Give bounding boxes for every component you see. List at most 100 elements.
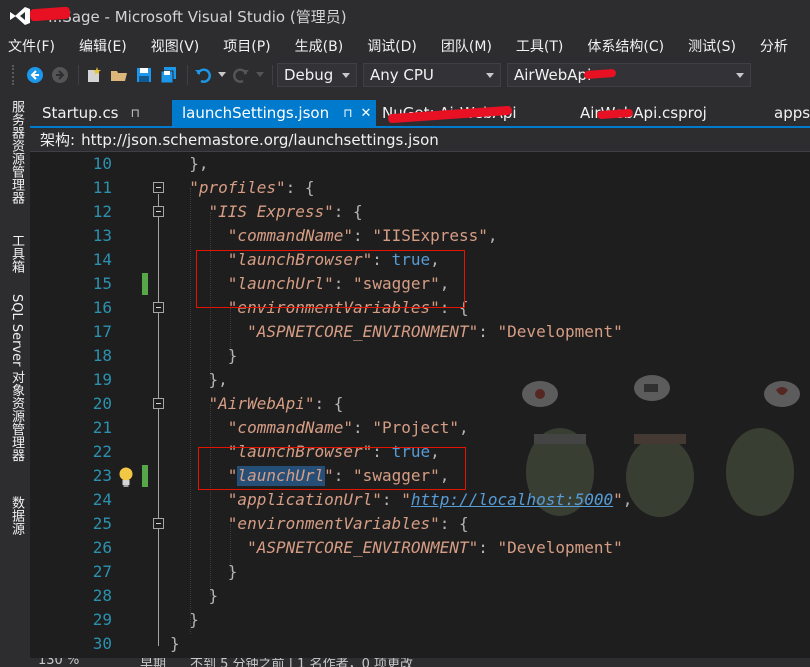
save-all-icon[interactable] — [158, 64, 180, 86]
tab-label: Startup.cs — [42, 104, 119, 122]
sql-server-object-explorer-tab[interactable]: SQL Server 对象资源管理器 — [4, 294, 26, 462]
line-number: 24 — [92, 490, 112, 509]
undo-icon[interactable] — [192, 64, 214, 86]
code-text: } — [170, 634, 180, 653]
schema-label: 架构: — [40, 131, 76, 149]
code-line: 19 }, — [30, 368, 810, 392]
menu-bar: 文件(F) 编辑(E) 视图(V) 项目(P) 生成(B) 调试(D) 团队(M… — [0, 32, 810, 60]
pin-icon[interactable]: ⊓ — [343, 106, 352, 120]
save-icon[interactable] — [133, 64, 155, 86]
toolbar-grip[interactable] — [12, 65, 16, 85]
tab-label: apps — [774, 104, 810, 122]
status-item: 早期 — [140, 658, 167, 667]
menu-architecture[interactable]: 体系结构(C) — [587, 36, 664, 56]
schema-bar: 架构: http://json.schemastore.org/launchse… — [30, 128, 810, 152]
schema-url-input[interactable]: http://json.schemastore.org/launchsettin… — [81, 131, 439, 149]
code-text: } — [227, 562, 238, 581]
code-text: "AirWebApi": { — [208, 394, 344, 413]
status-item: 不到 5 分钟之前 | 1 名作者，0 项更改 — [190, 658, 413, 667]
line-number: 27 — [92, 562, 112, 581]
code-line: 20 "AirWebApi": { — [30, 392, 810, 416]
menu-edit[interactable]: 编辑(E) — [79, 36, 127, 56]
server-explorer-tab[interactable]: 服务器资源管理器 — [4, 100, 26, 204]
menu-view[interactable]: 视图(V) — [151, 36, 200, 56]
menu-analyze[interactable]: 分析 — [760, 36, 788, 56]
line-number: 18 — [92, 346, 112, 365]
back-icon[interactable] — [24, 64, 46, 86]
solution-platform-value: Any CPU — [370, 66, 434, 84]
line-number: 25 — [92, 514, 112, 533]
redo-icon[interactable] — [230, 64, 252, 86]
code-line: 30 } — [30, 632, 810, 656]
solution-configuration-select[interactable]: Debug — [277, 63, 357, 87]
visual-studio-logo-icon — [10, 7, 30, 25]
code-editor[interactable]: 10 }, 11 "profiles": { 12 "IIS Express":… — [30, 152, 810, 658]
code-line: 21 "commandName": "Project", — [30, 416, 810, 440]
code-line: 29 } — [30, 608, 810, 632]
pin-icon[interactable]: ⊓ — [131, 106, 140, 120]
code-text: "ASPNETCORE_ENVIRONMENT": "Development" — [247, 538, 623, 557]
line-number: 10 — [92, 154, 112, 173]
solution-platform-select[interactable]: Any CPU — [363, 63, 501, 87]
code-line: 10 }, — [30, 152, 810, 176]
collapse-icon[interactable] — [153, 182, 164, 193]
menu-test[interactable]: 测试(S) — [688, 36, 736, 56]
standard-toolbar: Debug Any CPU AirWebApi — [0, 60, 810, 90]
status-bar: 130 % 早期 不到 5 分钟之前 | 1 名作者，0 项更改 — [30, 658, 810, 667]
tab-launchsettings-json[interactable]: launchSettings.json ⊓ ✕ — [172, 100, 376, 126]
change-marker — [142, 273, 148, 295]
close-icon[interactable]: ✕ — [360, 106, 371, 121]
highlight-box-iis-express — [196, 250, 465, 308]
code-line: 26 "ASPNETCORE_ENVIRONMENT": "Developmen… — [30, 536, 810, 560]
line-number: 21 — [92, 418, 112, 437]
data-sources-tab[interactable]: 数据源 — [4, 496, 26, 535]
line-number: 14 — [92, 250, 112, 269]
code-text: } — [208, 586, 219, 605]
code-line: 11 "profiles": { — [30, 176, 810, 200]
line-number: 23 — [92, 466, 112, 485]
code-text: "commandName": "Project", — [227, 418, 469, 437]
tab-startup-cs[interactable]: Startup.cs ⊓ — [32, 100, 168, 126]
undo-dropdown-icon[interactable] — [217, 64, 227, 86]
menu-project[interactable]: 项目(P) — [223, 36, 270, 56]
collapse-icon[interactable] — [153, 518, 164, 529]
menu-team[interactable]: 团队(M) — [441, 36, 492, 56]
collapse-icon[interactable] — [153, 398, 164, 409]
toolbox-tab[interactable]: 工具箱 — [4, 234, 26, 273]
lightbulb-icon[interactable] — [116, 466, 136, 488]
title-bar: ...Sage - Microsoft Visual Studio (管理员) — [0, 0, 810, 32]
menu-tools[interactable]: 工具(T) — [516, 36, 563, 56]
code-line: 24 "applicationUrl": "http://localhost:5… — [30, 488, 810, 512]
code-text: } — [227, 346, 238, 365]
tab-apps[interactable]: apps — [764, 100, 810, 126]
menu-file[interactable]: 文件(F) — [8, 36, 55, 56]
zoom-level[interactable]: 130 % — [38, 658, 79, 667]
forward-icon[interactable] — [49, 64, 71, 86]
code-line: 17 "ASPNETCORE_ENVIRONMENT": "Developmen… — [30, 320, 810, 344]
new-project-icon[interactable] — [83, 64, 105, 86]
redo-dropdown-icon[interactable] — [255, 64, 265, 86]
code-line: 18 } — [30, 344, 810, 368]
open-file-icon[interactable] — [108, 64, 130, 86]
code-line: 28 } — [30, 584, 810, 608]
line-number: 16 — [92, 298, 112, 317]
chevron-down-icon — [736, 73, 744, 78]
startup-project-select[interactable]: AirWebApi — [507, 63, 751, 87]
line-number: 20 — [92, 394, 112, 413]
menu-build[interactable]: 生成(B) — [295, 36, 344, 56]
collapse-icon[interactable] — [153, 302, 164, 313]
toolbar-separator — [187, 65, 188, 85]
line-number: 11 — [92, 178, 112, 197]
chevron-down-icon — [342, 73, 350, 78]
code-line: 12 "IIS Express": { — [30, 200, 810, 224]
highlight-box-airwebapi — [198, 447, 466, 490]
code-text: "IIS Express": { — [208, 202, 363, 221]
change-marker — [142, 465, 148, 487]
menu-debug[interactable]: 调试(D) — [367, 36, 417, 56]
code-text: } — [189, 610, 199, 629]
code-text: "commandName": "IISExpress", — [227, 226, 498, 245]
line-number: 30 — [92, 634, 112, 653]
collapse-icon[interactable] — [153, 206, 164, 217]
line-number: 15 — [92, 274, 112, 293]
left-tool-strip: 服务器资源管理器 工具箱 SQL Server 对象资源管理器 数据源 — [0, 92, 30, 667]
